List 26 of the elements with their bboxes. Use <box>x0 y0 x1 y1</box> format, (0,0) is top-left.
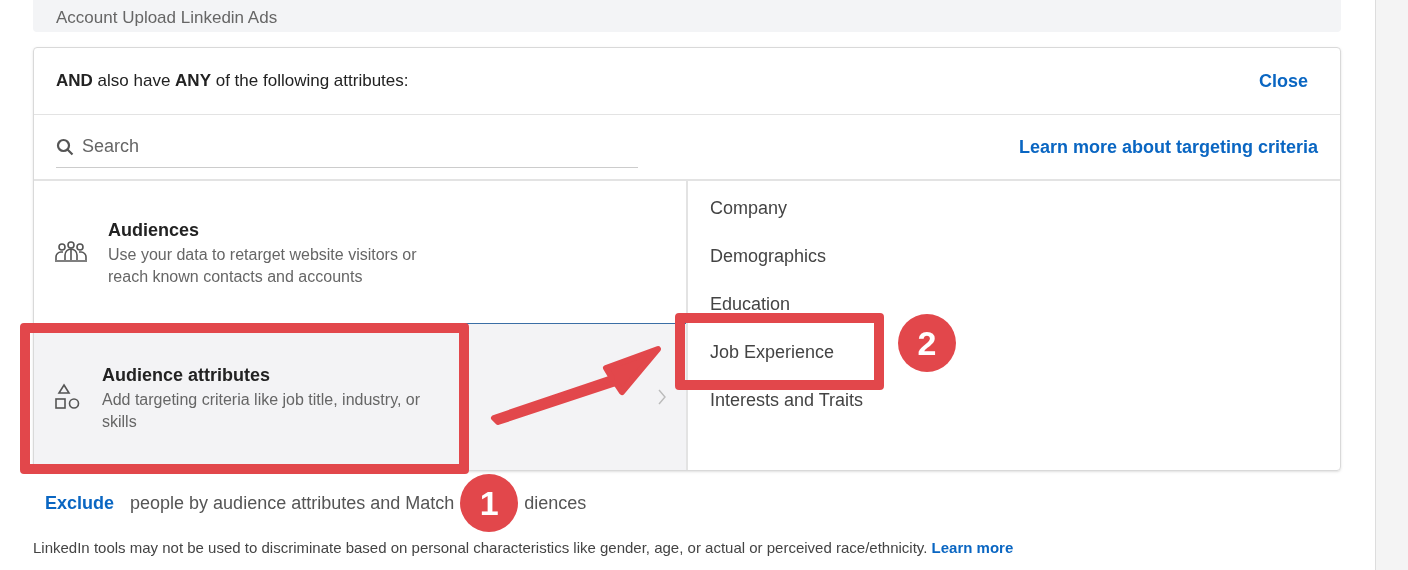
category-title: Audiences <box>108 218 201 242</box>
account-name: Account Upload Linkedin Ads <box>56 7 279 29</box>
subcategory-item[interactable]: Job Experience <box>710 339 835 387</box>
category-description: Add targeting criteria like job title, industry, or skills <box>102 389 422 432</box>
disclaimer-text: LinkedIn tools may not be used to discriminate based on personal characteristics like gender, age, or actual or perceived race/ethnicity. Learn more <box>33 538 1015 558</box>
subcategory-item[interactable]: Education <box>710 291 791 339</box>
search-icon <box>56 137 74 156</box>
close-button[interactable]: Close <box>1258 67 1308 95</box>
learn-more-link[interactable]: Learn more about targeting criteria <box>1018 133 1318 161</box>
people-icon <box>54 240 88 264</box>
category-description: Use your data to retarget website visitors or reach known contacts and accounts <box>108 244 418 287</box>
category-item[interactable]: Audiences Use your data to retarget website visitors or reach known contacts and accounts <box>34 181 686 324</box>
category-title: Audience attributes <box>102 363 272 387</box>
chevron-icon <box>658 389 666 405</box>
step-badge: 2 <box>898 314 956 372</box>
exclude-text: people by audience attributes and Match <box>130 491 455 515</box>
learn-more-link[interactable]: Learn more <box>931 539 1014 556</box>
search-field[interactable]: Search <box>82 133 638 160</box>
subcategory-item[interactable]: Interests and Traits <box>710 387 864 435</box>
exclude-text: diences <box>524 491 587 515</box>
subcategory-item[interactable]: Demographics <box>710 243 827 291</box>
shapes-icon <box>54 383 82 411</box>
exclude-link[interactable]: Exclude <box>45 489 115 517</box>
subcategory-item[interactable]: Company <box>710 195 788 243</box>
step-badge: 1 <box>460 474 519 532</box>
panel-heading: AND also have ANY of the following attributes: <box>56 70 409 93</box>
